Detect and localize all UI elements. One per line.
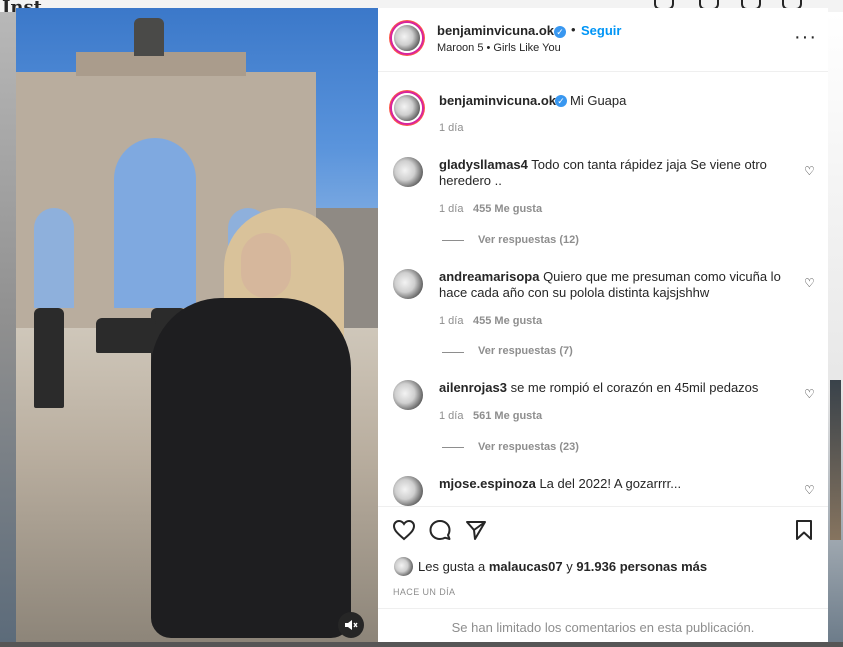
likes-count-link[interactable]: 91.936 personas más xyxy=(576,559,707,574)
background-feed-left xyxy=(0,12,16,642)
comment-username[interactable]: gladysllamas4 xyxy=(439,157,528,172)
comment-2: andreamarisopa Quiero que me presuman co… xyxy=(439,269,784,301)
heart-icon[interactable] xyxy=(392,519,416,545)
statue-image-part xyxy=(134,18,164,56)
comment-likes[interactable]: 561 Me gusta xyxy=(473,410,542,422)
likes-prefix: Les gusta a xyxy=(418,559,486,574)
post-header: benjaminvicuna.ok ✓ • Seguir Maroon 5 • … xyxy=(378,8,828,72)
muted-speaker-icon[interactable] xyxy=(338,612,364,638)
comment-1: gladysllamas4 Todo con tanta rápidez jaj… xyxy=(439,157,779,189)
person-image-part xyxy=(34,308,64,408)
woman-image-part xyxy=(241,233,291,298)
audio-label[interactable]: Maroon 5 • Girls Like You xyxy=(437,42,561,54)
woman-image-part xyxy=(151,298,351,638)
avatar[interactable] xyxy=(393,157,423,187)
heart-icon[interactable]: ♡ xyxy=(804,276,815,290)
share-icon[interactable] xyxy=(465,519,487,545)
post-time[interactable]: HACE UN DÍA xyxy=(393,587,455,597)
likes-middle: y xyxy=(566,559,573,574)
heart-icon[interactable]: ♡ xyxy=(804,483,815,497)
comment-text: La del 2022! A gozarrrr... xyxy=(539,476,682,491)
author-username[interactable]: benjaminvicuna.ok xyxy=(437,23,554,38)
view-replies-button[interactable]: Ver respuestas (7) xyxy=(478,345,573,357)
avatar[interactable] xyxy=(393,476,423,506)
comment-time[interactable]: 1 día xyxy=(439,410,463,422)
avatar[interactable] xyxy=(393,269,423,299)
comment-username[interactable]: ailenrojas3 xyxy=(439,380,507,395)
caption-text: Mi Guapa xyxy=(570,93,627,108)
more-horizontal-icon[interactable]: ··· xyxy=(794,26,817,49)
person-image-part xyxy=(96,318,156,353)
avatar[interactable] xyxy=(394,557,413,576)
comment-likes[interactable]: 455 Me gusta xyxy=(473,203,542,215)
likes-summary: Les gusta a malaucas07 y 91.936 personas… xyxy=(418,559,707,574)
post-video[interactable] xyxy=(16,8,378,642)
comment-time[interactable]: 1 día xyxy=(439,203,463,215)
comment-icon[interactable] xyxy=(429,519,451,545)
view-replies-button[interactable]: Ver respuestas (12) xyxy=(478,234,579,246)
follow-button[interactable]: Seguir xyxy=(581,23,621,38)
caption-author[interactable]: benjaminvicuna.ok xyxy=(439,93,556,108)
post-panel: benjaminvicuna.ok ✓ • Seguir Maroon 5 • … xyxy=(378,8,828,642)
likes-user-link[interactable]: malaucas07 xyxy=(489,559,563,574)
avatar[interactable] xyxy=(392,23,422,53)
bookmark-icon[interactable] xyxy=(794,519,814,545)
view-replies-button[interactable]: Ver respuestas (23) xyxy=(478,441,579,453)
replies-line xyxy=(442,352,464,353)
background-thumbnail xyxy=(830,380,841,540)
verified-badge-icon: ✓ xyxy=(555,95,567,107)
comment-time[interactable]: 1 día xyxy=(439,315,463,327)
avatar[interactable] xyxy=(392,93,422,123)
comment-3: ailenrojas3 se me rompió el corazón en 4… xyxy=(439,380,784,396)
comment-4: mjose.espinoza La del 2022! A gozarrrr..… xyxy=(439,476,784,492)
comments-limited-notice: Se han limitado los comentarios en esta … xyxy=(378,608,828,643)
separator-dot: • xyxy=(571,22,576,37)
replies-line xyxy=(442,240,464,241)
avatar[interactable] xyxy=(393,380,423,410)
verified-badge-icon: ✓ xyxy=(554,26,566,38)
comment-username[interactable]: andreamarisopa xyxy=(439,269,539,284)
comment-username[interactable]: mjose.espinoza xyxy=(439,476,536,491)
heart-icon[interactable]: ♡ xyxy=(804,387,815,401)
replies-line xyxy=(442,447,464,448)
arch-image-part xyxy=(114,138,196,308)
caption-time[interactable]: 1 día xyxy=(439,122,463,134)
heart-icon[interactable]: ♡ xyxy=(804,164,815,178)
comment-likes[interactable]: 455 Me gusta xyxy=(473,315,542,327)
comment-text: se me rompió el corazón en 45mil pedazos xyxy=(510,380,759,395)
background-feed-right xyxy=(828,12,843,642)
arch-image-part xyxy=(34,208,74,308)
